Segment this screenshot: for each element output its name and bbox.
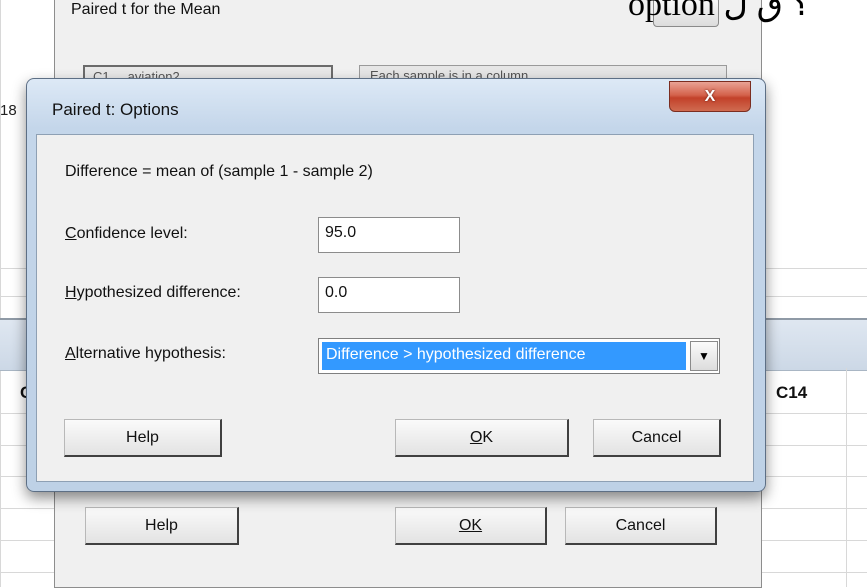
hypothesized-difference-label: Hypothesized difference:: [65, 284, 241, 302]
hypothesized-label-rest: ypothesized difference:: [76, 284, 241, 301]
chevron-down-icon: ▼: [698, 349, 710, 363]
ok-button[interactable]: OK: [395, 419, 569, 457]
ok-label-rest: K: [482, 428, 494, 446]
alternative-label-rest: lternative hypothesis:: [75, 345, 226, 362]
confidence-label-rest: onfidence level:: [76, 225, 188, 242]
alternative-hypothesis-select[interactable]: Difference > hypothesized difference ▼: [318, 338, 720, 374]
alternative-hypothesis-label: Alternative hypothesis:: [65, 345, 226, 363]
bg-help-button[interactable]: Help: [85, 507, 239, 545]
paired-t-dialog-title: Paired t for the Mean: [71, 1, 221, 18]
worksheet-row-number: 18: [0, 102, 17, 119]
confidence-mnemonic: C: [65, 225, 77, 242]
close-button[interactable]: X: [669, 81, 751, 112]
alternative-hypothesis-selected: Difference > hypothesized difference: [322, 342, 686, 370]
difference-description: Difference = mean of (sample 1 - sample …: [65, 163, 373, 180]
confidence-level-label: Confidence level:: [65, 225, 188, 243]
options-dialog-title: Paired t: Options: [52, 100, 179, 119]
hypothesized-difference-input[interactable]: 0.0: [318, 277, 460, 313]
ok-mnemonic: O: [469, 428, 483, 446]
worksheet-column-label-c14[interactable]: C14: [776, 383, 807, 403]
worksheet-left-edge: [0, 0, 1, 587]
ok-label: OK: [470, 429, 493, 447]
overlay-annotation-text: option ؟ ق ل: [628, 0, 810, 23]
bg-ok-label: OK: [458, 516, 483, 534]
cancel-button[interactable]: Cancel: [593, 419, 721, 457]
hypothesized-mnemonic: H: [65, 284, 77, 301]
confidence-level-input[interactable]: 95.0: [318, 217, 460, 253]
help-button[interactable]: Help: [64, 419, 222, 457]
alternative-mnemonic: A: [65, 345, 76, 362]
worksheet-column-divider: [846, 368, 847, 587]
bg-cancel-button[interactable]: Cancel: [565, 507, 717, 545]
close-icon: X: [704, 87, 716, 105]
bg-ok-button[interactable]: OK: [395, 507, 547, 545]
dropdown-button[interactable]: ▼: [690, 341, 718, 371]
